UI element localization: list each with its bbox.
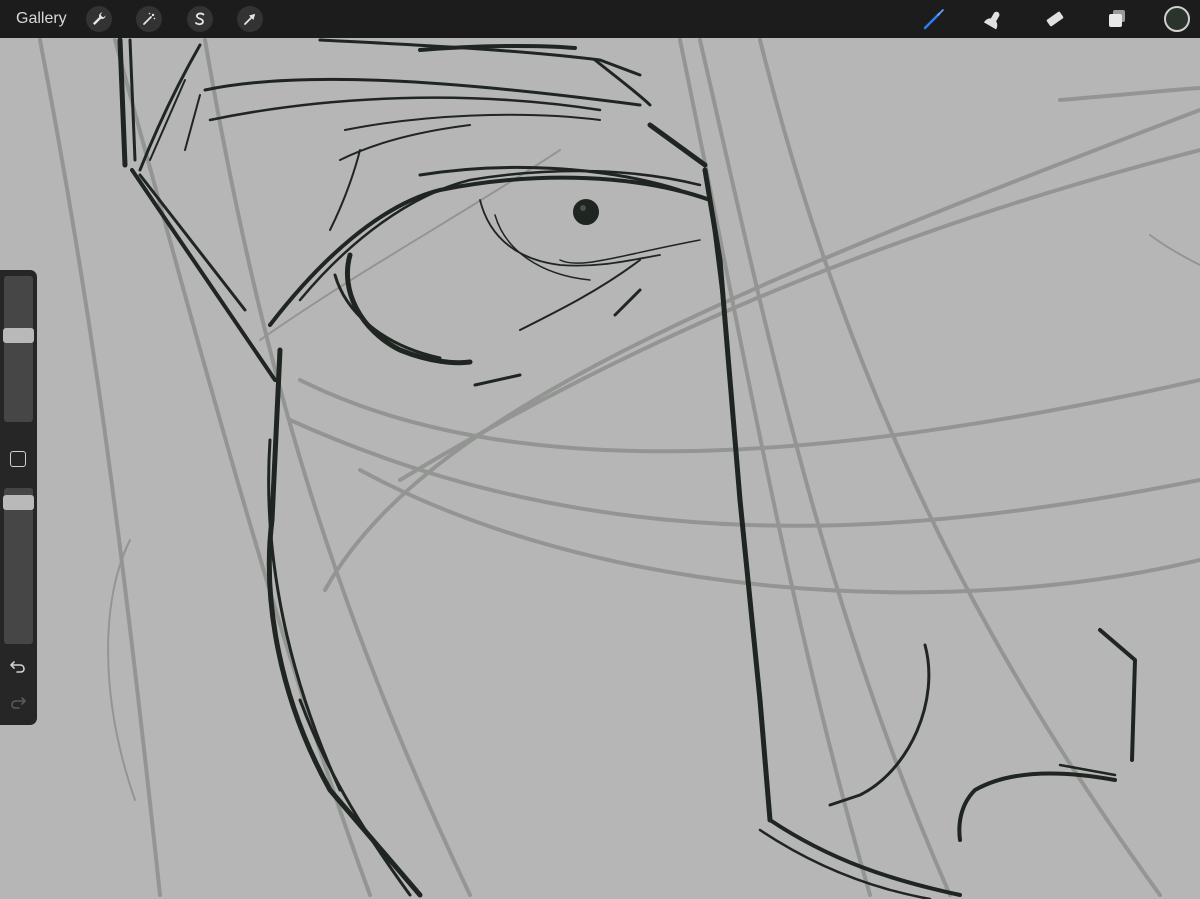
smudge-tool-button[interactable]	[980, 5, 1008, 33]
magic-wand-icon	[143, 12, 156, 25]
construction-line	[323, 108, 1200, 592]
ink-stroke	[184, 94, 201, 151]
brush-icon	[923, 9, 944, 30]
redo-icon	[11, 697, 26, 709]
pupil-highlight	[580, 205, 586, 211]
layers-button[interactable]	[1103, 5, 1131, 33]
top-toolbar: Gallery	[0, 0, 1200, 38]
construction-line	[107, 539, 136, 801]
construction-line	[113, 38, 372, 897]
sketch-artwork	[38, 37, 1200, 899]
ink-stroke	[117, 37, 128, 168]
drawing-canvas[interactable]	[0, 0, 1200, 899]
actions-button[interactable]	[86, 6, 112, 32]
ink-stroke	[593, 58, 652, 107]
construction-lines	[38, 38, 1200, 897]
left-sidebar	[0, 270, 37, 725]
ink-stroke	[1098, 628, 1137, 762]
opacity-thumb[interactable]	[3, 495, 34, 510]
opacity-slider[interactable]	[3, 488, 34, 644]
pupil	[573, 199, 599, 225]
ink-stroke	[957, 771, 1117, 842]
adjustments-button[interactable]	[136, 6, 162, 32]
redo-button[interactable]	[8, 692, 28, 712]
transform-arrow-icon	[244, 14, 255, 25]
procreate-app: Gallery	[0, 0, 1200, 899]
construction-line	[678, 38, 872, 897]
ink-stroke	[613, 288, 642, 317]
construction-line	[203, 38, 472, 897]
ink-stroke	[479, 199, 661, 267]
wrench-icon	[93, 12, 106, 25]
construction-line	[398, 148, 1200, 482]
undo-icon	[10, 661, 25, 673]
ink-lines	[117, 37, 1137, 899]
ink-stroke	[344, 113, 601, 131]
construction-line	[1149, 234, 1200, 266]
ink-stroke	[329, 149, 361, 231]
brush-tool-button[interactable]	[920, 5, 948, 33]
color-picker-button[interactable]	[1164, 6, 1190, 32]
ink-stroke	[298, 169, 702, 302]
gallery-button[interactable]: Gallery	[16, 9, 67, 29]
selection-s-icon	[195, 12, 205, 26]
brush-size-slider[interactable]	[3, 276, 34, 422]
ink-stroke	[138, 173, 247, 312]
transform-button[interactable]	[237, 6, 263, 32]
ink-stroke	[203, 77, 642, 107]
eraser-tool-button[interactable]	[1041, 5, 1069, 33]
ink-stroke	[473, 373, 522, 387]
ink-stroke	[149, 79, 186, 161]
layers-icon	[1109, 10, 1125, 27]
modify-button[interactable]	[10, 451, 26, 467]
ink-stroke	[494, 214, 591, 281]
eraser-icon	[1046, 11, 1064, 27]
construction-line	[1058, 86, 1200, 102]
brush-size-thumb[interactable]	[3, 328, 34, 343]
undo-button[interactable]	[8, 656, 28, 676]
construction-line	[758, 38, 1162, 897]
ink-stroke	[138, 43, 202, 172]
ink-stroke	[828, 643, 931, 807]
ink-stroke	[758, 828, 932, 899]
construction-line	[288, 418, 1200, 528]
smudge-icon	[983, 11, 1000, 30]
ink-stroke	[208, 96, 602, 122]
ink-stroke	[519, 259, 641, 331]
ink-stroke	[702, 167, 773, 823]
selection-button[interactable]	[187, 6, 213, 32]
